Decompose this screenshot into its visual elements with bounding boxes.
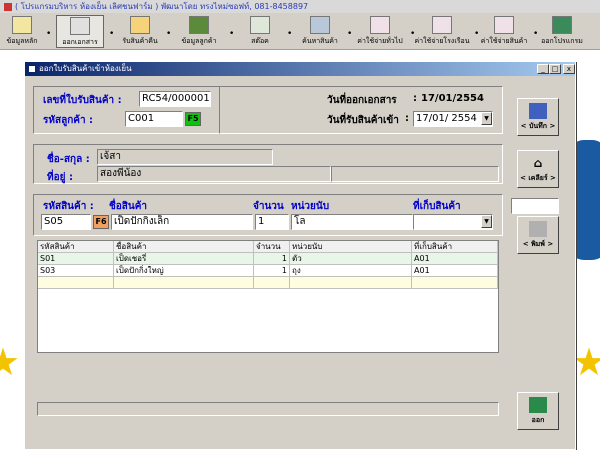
customer-code-label: รหัสลูกค้า :	[43, 115, 94, 126]
doc-date-colon: :	[413, 93, 417, 104]
document-money-icon	[370, 16, 390, 34]
column-header: ที่เก็บสินค้า	[412, 241, 498, 253]
doc-date-label: วันที่ออกเอกสาร	[327, 95, 397, 106]
document-pen-icon	[12, 16, 32, 34]
document-goods-icon	[494, 16, 514, 34]
dialog-title-bar: ออกใบรับสินค้าเข้าห้องเย็น _ □ x	[25, 62, 575, 76]
spreadsheet-icon	[250, 16, 270, 34]
f6-lookup-button[interactable]: F6	[93, 215, 109, 229]
save-button[interactable]: < บันทึก >	[517, 98, 559, 136]
keyboard-icon	[70, 17, 90, 35]
toolbar-separator: •	[287, 29, 293, 39]
toolbar-separator: •	[109, 29, 115, 39]
eraser-icon: ⌂	[533, 156, 543, 170]
unit-label: หน่วยนับ	[291, 201, 330, 212]
customer-address-field: สองพี่น้อง	[97, 166, 331, 182]
app-icon	[4, 2, 12, 11]
receive-goods-dialog: ออกใบรับสินค้าเข้าห้องเย็น _ □ x เลขที่ใ…	[24, 61, 576, 450]
status-bar	[37, 402, 499, 416]
table-row[interactable]: S03 เป็ดปักกิ่งใหญ่ 1 ถุง A01	[38, 265, 498, 277]
star-decoration-icon: ★	[572, 340, 600, 384]
dialog-title: ออกใบรับสินค้าเข้าห้องเย็น	[39, 64, 132, 73]
table-cell: เป็ดปักกิ่งใหญ่	[114, 265, 254, 277]
toolbar-customer-data-button[interactable]: ข้อมูลลูกค้า	[176, 15, 222, 48]
toolbar-stock-button[interactable]: สต๊อค	[240, 15, 280, 48]
column-header: หน่วยนับ	[290, 241, 412, 253]
table-cell: 1	[254, 253, 290, 265]
chevron-down-icon[interactable]: ▼	[481, 112, 492, 125]
unit-input[interactable]: โล	[291, 214, 413, 230]
document-house-icon	[432, 16, 452, 34]
toolbar-separator: •	[347, 29, 353, 39]
table-cell: ถุง	[290, 265, 412, 277]
customer-address-extra	[331, 166, 499, 182]
column-header: ชื่อสินค้า	[114, 241, 254, 253]
table-cell: S03	[38, 265, 114, 277]
customer-name-field: เจ้สา	[97, 149, 273, 165]
exit-door-icon	[552, 16, 572, 34]
customer-name-label: ชื่อ-สกุล :	[47, 154, 90, 165]
printer-icon	[529, 221, 547, 237]
table-cell: 1	[254, 265, 290, 277]
search-computer-icon	[310, 16, 330, 34]
location-label: ที่เก็บสินค้า	[413, 201, 461, 212]
floppy-disk-icon	[529, 103, 547, 119]
print-button[interactable]: < พิมพ์ >	[517, 216, 559, 254]
table-cell: ตัว	[290, 253, 412, 265]
product-name-label: ชื่อสินค้า	[109, 201, 148, 212]
customer-code-field[interactable]: C001	[125, 111, 183, 127]
app-title: ( โปรแกรมบริหาร ห้องเย็น เลิศชนฟาร์ม ) พ…	[15, 2, 309, 11]
receipt-no-label: เลขที่ใบรับสินค้า :	[43, 95, 122, 106]
items-table[interactable]: รหัสสินค้า ชื่อสินค้า จำนวน หน่วยนับ ที่…	[37, 240, 499, 353]
main-toolbar: ข้อมูลหลัก • ออกเอกสาร • รับสินค้าคืน • …	[0, 13, 600, 50]
table-new-row[interactable]	[38, 277, 498, 289]
product-code-label: รหัสสินค้า :	[43, 201, 94, 212]
column-header: รหัสสินค้า	[38, 241, 114, 253]
toolbar-house-expense-button[interactable]: ค่าใช้จ่ายโรงเรือน	[414, 15, 470, 48]
star-decoration-icon: ★	[0, 340, 21, 384]
close-button[interactable]: x	[563, 64, 575, 74]
toolbar-separator: •	[166, 29, 172, 39]
toolbar-exit-program-button[interactable]: ออกโปรแกรม	[538, 15, 586, 48]
minimize-button[interactable]: _	[537, 64, 549, 74]
chevron-down-icon[interactable]: ▼	[481, 215, 492, 228]
receive-date-label: วันที่รับสินค้าเข้า	[327, 115, 399, 126]
toolbar-search-product-button[interactable]: ค้นหาสินค้า	[300, 15, 340, 48]
toolbar-separator: •	[46, 29, 52, 39]
column-header: จำนวน	[254, 241, 290, 253]
table-cell: A01	[412, 253, 498, 265]
toolbar-separator: •	[229, 29, 235, 39]
doc-date-value: 17/01/2554	[421, 93, 484, 104]
side-input[interactable]	[511, 198, 559, 214]
qty-label: จำนวน	[253, 201, 284, 212]
toolbar-issue-document-button[interactable]: ออกเอกสาร	[56, 15, 104, 48]
receipt-no-field[interactable]: RC54/000001	[139, 91, 211, 107]
receive-date-colon: :	[405, 113, 409, 124]
customer-address-label: ที่อยู่ :	[47, 172, 73, 183]
toolbar-return-goods-button[interactable]: รับสินค้าคืน	[118, 15, 162, 48]
table-cell: เป็ดเชอรี่	[114, 253, 254, 265]
maximize-button[interactable]: □	[549, 64, 561, 74]
product-name-input[interactable]: เป็ดปักกิ่งเล็ก	[111, 214, 253, 230]
toolbar-goods-expense-button[interactable]: ค่าใช้จ่ายสินค้า	[478, 15, 530, 48]
toolbar-master-data-button[interactable]: ข้อมูลหลัก	[4, 15, 40, 48]
table-row[interactable]: S01 เป็ดเชอรี่ 1 ตัว A01	[38, 253, 498, 265]
exit-door-icon	[529, 397, 547, 413]
table-cell: A01	[412, 265, 498, 277]
f5-lookup-button[interactable]: F5	[185, 112, 201, 126]
app-title-bar: ( โปรแกรมบริหาร ห้องเย็น เลิศชนฟาร์ม ) พ…	[0, 0, 600, 13]
clear-button[interactable]: ⌂ < เคลียร์ >	[517, 150, 559, 188]
product-code-input[interactable]: S05	[41, 214, 91, 230]
cart-icon	[130, 16, 150, 34]
exit-button[interactable]: ออก	[517, 392, 559, 430]
books-icon	[189, 16, 209, 34]
toolbar-general-expense-button[interactable]: ค่าใช้จ่ายทั่วไป	[356, 15, 404, 48]
window-icon	[28, 65, 36, 73]
qty-input[interactable]: 1	[255, 214, 289, 230]
table-header-row: รหัสสินค้า ชื่อสินค้า จำนวน หน่วยนับ ที่…	[38, 241, 498, 253]
table-cell: S01	[38, 253, 114, 265]
